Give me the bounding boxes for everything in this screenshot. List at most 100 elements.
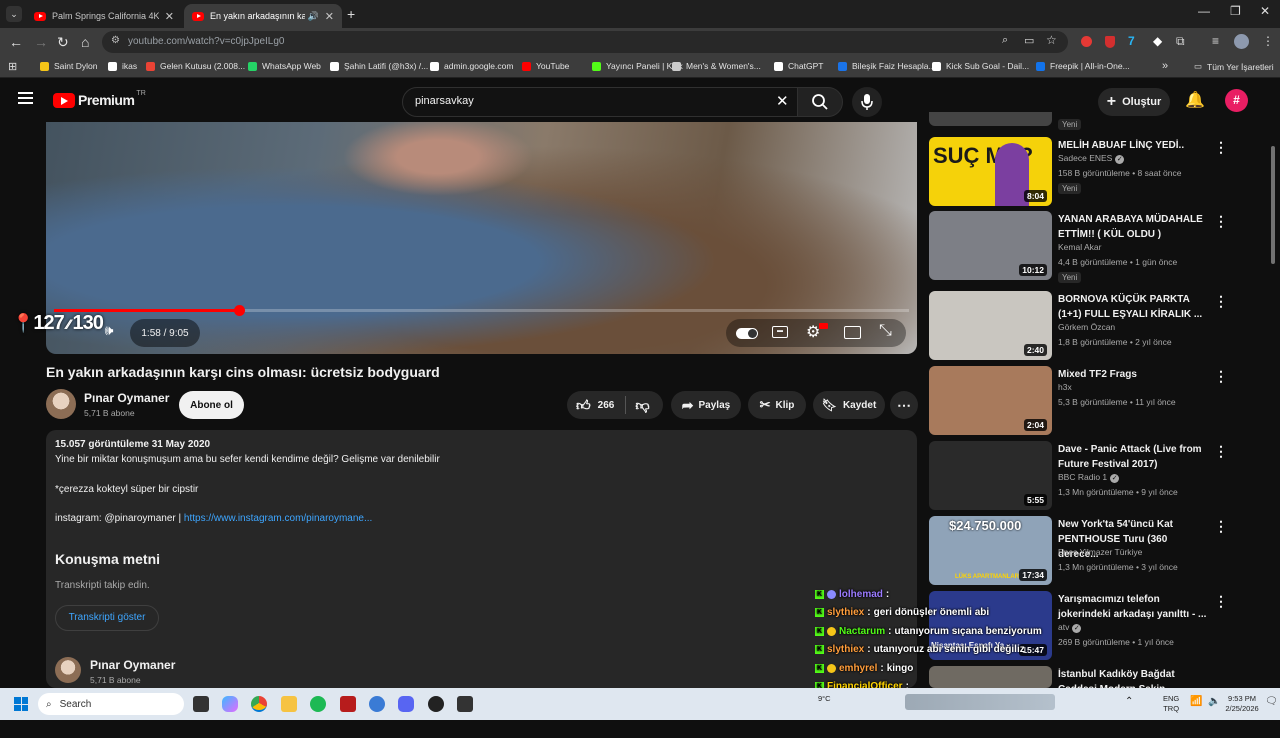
theater-mode-icon[interactable]: [844, 326, 861, 339]
more-options-icon[interactable]: ⋮: [1214, 213, 1228, 230]
bookmark-item[interactable]: WhatsApp Web: [248, 61, 321, 71]
recommendation-item[interactable]: SUÇ MU? 8:04 MELİH ABUAF LİNÇ YEDİ.. Sadece…: [929, 137, 1229, 209]
new-tab-button[interactable]: +: [347, 6, 355, 22]
recommendation-thumbnail[interactable]: 2:40: [929, 291, 1052, 360]
recommendation-item[interactable]: 5:55 Dave - Panic Attack (Live from Futur…: [929, 441, 1229, 513]
taskbar-search[interactable]: ⌕ Search: [38, 693, 184, 715]
recommendation-item[interactable]: $24.750.000 LÜKS APARTMANLAR 17:34 New York…: [929, 516, 1229, 588]
more-options-icon[interactable]: ⋮: [1214, 518, 1228, 535]
bookmark-item[interactable]: Yayıncı Paneli | Kick: [592, 61, 683, 71]
tab-search-button[interactable]: ⌄: [6, 6, 22, 22]
wifi-icon[interactable]: 📶: [1190, 696, 1202, 707]
recommendation-title[interactable]: Mixed TF2 Frags: [1058, 367, 1208, 382]
recommendation-item[interactable]: 2:40 BORNOVA KÜÇÜK PARKTA (1+1) FULL EŞYA…: [929, 291, 1229, 363]
windows-start-icon[interactable]: [14, 697, 28, 711]
notifications-bell-icon[interactable]: 🔔: [1185, 90, 1205, 110]
app-red-icon[interactable]: [340, 696, 356, 712]
recommendation-title[interactable]: YANAN ARABAYA MÜDAHALE ETTİM!! ( KÜL OLD…: [1058, 212, 1208, 242]
create-button[interactable]: + Oluştur: [1098, 88, 1170, 116]
speaker-icon[interactable]: 🔈: [1208, 696, 1220, 707]
bookmark-item[interactable]: Şahin Latifi (@h3x) /...: [330, 61, 428, 71]
recommendation-thumbnail[interactable]: $24.750.000 LÜKS APARTMANLAR 17:34: [929, 516, 1052, 585]
recommendation-channel[interactable]: Enes Yilmazer Türkiye: [1058, 547, 1142, 557]
video-player[interactable]: 🕪 1:58 / 9:05 ▬ ⚙ ⤡: [46, 122, 917, 354]
clock[interactable]: 9:53 PM 2/25/2026: [1225, 694, 1259, 714]
dislike-button[interactable]: 👎︎: [635, 397, 649, 414]
copilot-icon[interactable]: [222, 696, 238, 712]
progress-bar[interactable]: [54, 305, 909, 316]
reading-list-icon[interactable]: ≡: [1212, 34, 1219, 48]
description-panel[interactable]: 15.057 görüntüleme 31 May 2020 Yine bir …: [46, 430, 917, 688]
more-actions-button[interactable]: ⋯: [890, 391, 918, 419]
tab-palm-springs[interactable]: Palm Springs California 4K Drive ✕: [26, 4, 182, 28]
extension-seven-icon[interactable]: 7: [1128, 34, 1135, 48]
search-box[interactable]: pinarsavkay ✕: [402, 87, 798, 117]
clip-button[interactable]: ✂ Klip: [748, 391, 806, 419]
more-options-icon[interactable]: ⋮: [1214, 443, 1228, 460]
subscribe-button[interactable]: Abone ol: [179, 391, 244, 419]
bookmark-star-icon[interactable]: ☆: [1046, 33, 1057, 47]
more-options-icon[interactable]: ⋮: [1214, 368, 1228, 385]
recommendation-channel[interactable]: atv ✓: [1058, 622, 1082, 633]
menu-hamburger-icon[interactable]: [18, 92, 33, 104]
recommendation-thumbnail[interactable]: 5:55: [929, 441, 1052, 510]
home-icon[interactable]: ⌂: [81, 34, 89, 50]
task-view-icon[interactable]: [193, 696, 209, 712]
recommendation-title[interactable]: MELİH ABUAF LİNÇ YEDİ..: [1058, 138, 1208, 153]
subtitles-icon[interactable]: ▬: [772, 326, 788, 338]
tab-current-video[interactable]: En yakın arkadaşının karşı cins 🔊 ✕: [184, 4, 342, 28]
bookmark-item[interactable]: Bileşik Faiz Hesapla...: [838, 61, 936, 71]
site-info-icon[interactable]: ⚙: [111, 35, 120, 46]
autoplay-toggle[interactable]: [736, 328, 758, 339]
back-icon[interactable]: ←: [9, 34, 23, 50]
address-bar[interactable]: ⚙ youtube.com/watch?v=c0jpJpeILg0 ⌕ ▭ ☆: [102, 31, 1068, 53]
cast-icon[interactable]: ▭: [1024, 34, 1034, 47]
more-options-icon[interactable]: ⋮: [1214, 139, 1228, 156]
youtube-premium-logo[interactable]: Premium TR: [53, 90, 146, 108]
bookmark-item[interactable]: Men's & Women's...: [672, 61, 761, 71]
app-recorder-icon[interactable]: [428, 696, 444, 712]
progress-scrubber[interactable]: [234, 305, 246, 316]
extension-shield-icon[interactable]: [1105, 36, 1115, 48]
spotify-icon[interactable]: [310, 696, 326, 712]
account-avatar[interactable]: #: [1225, 89, 1248, 112]
channel-name[interactable]: Pınar Oymaner: [84, 391, 169, 405]
search-button[interactable]: [797, 87, 843, 117]
channel-avatar[interactable]: [46, 389, 76, 419]
bookmark-item[interactable]: admin.google.com: [430, 61, 513, 71]
recommendation-title[interactable]: Dave - Panic Attack (Live from Future Fe…: [1058, 442, 1208, 472]
extension-red-icon[interactable]: [1081, 36, 1092, 47]
recommendation-title[interactable]: BORNOVA KÜÇÜK PARKTA (1+1) FULL EŞYALI K…: [1058, 292, 1208, 322]
recommendation-channel[interactable]: BBC Radio 1 ✓: [1058, 472, 1120, 483]
file-explorer-icon[interactable]: [281, 696, 297, 712]
search-input[interactable]: pinarsavkay: [415, 95, 474, 107]
all-bookmarks-folder[interactable]: ▭ Tüm Yer İşaretleri: [1194, 61, 1274, 72]
tray-overflow-icon[interactable]: ⌃: [1125, 696, 1133, 707]
reload-icon[interactable]: ↻: [57, 34, 69, 51]
like-button[interactable]: 👍︎ 266: [567, 397, 614, 414]
voice-search-button[interactable]: [852, 87, 882, 117]
close-window-icon[interactable]: ✕: [1260, 4, 1270, 18]
restore-icon[interactable]: ❐: [1230, 4, 1241, 18]
show-transcript-button[interactable]: Transkripti göster: [55, 605, 159, 631]
recommendation-channel[interactable]: Sadece ENES ✓: [1058, 153, 1125, 164]
extension-diamond-icon[interactable]: ◆: [1153, 34, 1162, 48]
recommendation-item[interactable]: 10:12 YANAN ARABAYA MÜDAHALE ETTİM!! ( KÜ…: [929, 211, 1229, 283]
weather-widget[interactable]: 9°C: [818, 694, 831, 704]
recommendation-channel[interactable]: Kemal Akar: [1058, 242, 1101, 252]
recommendation-item[interactable]: 2:04 Mixed TF2 Frags h3x 5,3 B görüntüleme …: [929, 366, 1229, 438]
recommendation-thumbnail[interactable]: 10:12: [929, 211, 1052, 280]
minimize-icon[interactable]: —: [1198, 4, 1210, 18]
close-tab-icon[interactable]: ✕: [325, 10, 334, 23]
more-options-icon[interactable]: ⋮: [1214, 593, 1228, 610]
footer-channel-avatar[interactable]: [55, 657, 81, 683]
bookmark-item[interactable]: YouTube: [522, 61, 569, 71]
save-button[interactable]: 🔖︎ Kaydet: [813, 391, 885, 419]
right-scrollbar[interactable]: [1271, 146, 1275, 264]
clear-search-icon[interactable]: ✕: [776, 92, 789, 110]
extensions-puzzle-icon[interactable]: ⧉: [1176, 34, 1185, 49]
profile-avatar[interactable]: [1234, 34, 1249, 49]
bookmark-item[interactable]: Gelen Kutusu (2.008...: [146, 61, 245, 71]
discord-icon[interactable]: [398, 696, 414, 712]
language-indicator[interactable]: ENG TRQ: [1163, 694, 1179, 714]
